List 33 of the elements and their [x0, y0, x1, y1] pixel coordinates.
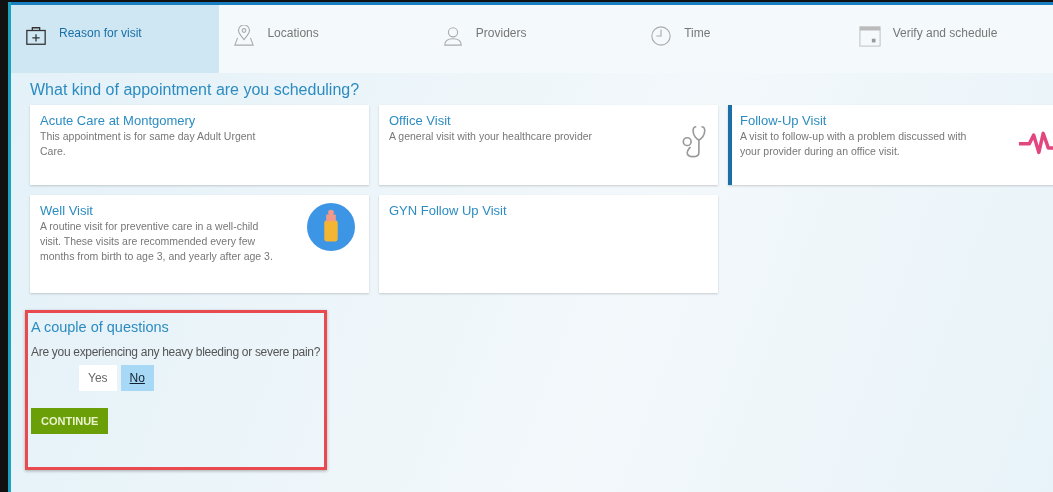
answer-button[interactable]: No [120, 365, 154, 391]
card-title: Office Visit [389, 113, 452, 128]
appointment-card[interactable]: Well Visit A routine visit for preventive care in a well-child visit. These visits are recommended every few months from birth to age 3, and yearly after age 3. [30, 195, 369, 293]
step-tab[interactable]: Verify and schedule [844, 5, 1053, 73]
card-description: A routine visit for preventive care in a well-child visit. These visits are recommended every few months from birth to age 3, and yearly after age 3. [40, 219, 274, 264]
clock-icon [650, 25, 673, 47]
heartbeat-icon [1018, 129, 1053, 155]
step-tab[interactable]: Reason for visit [11, 5, 220, 73]
baby-bottle-icon [307, 203, 355, 251]
person-icon [441, 25, 464, 47]
step-tab[interactable]: Locations [219, 5, 428, 73]
section-heading: What kind of appointment are you scheduling? [30, 81, 361, 99]
continue-button[interactable]: CONTINUE [31, 408, 109, 434]
card-title: Acute Care at Montgomery [40, 113, 197, 128]
map-pin-icon [233, 25, 256, 47]
appointment-card[interactable]: Follow-Up Visit A visit to follow-up with a problem discussed with your provider during an office visit. [728, 105, 1053, 185]
step-tab[interactable]: Time [636, 5, 845, 73]
card-title: GYN Follow Up Visit [389, 203, 507, 218]
card-title: Follow-Up Visit [740, 113, 828, 128]
question-text: Are you experiencing any heavy bleeding or severe pain? [31, 345, 322, 359]
card-description: A visit to follow-up with a problem discussed with your provider during an office visit. [740, 129, 968, 159]
calendar-icon [858, 25, 881, 47]
card-description: This appointment is for same day Adult Urgent Care. [40, 129, 257, 159]
questions-heading: A couple of questions [31, 319, 170, 335]
answer-button[interactable]: Yes [79, 365, 117, 391]
appointment-card[interactable]: Office Visit A general visit with your healthcare provider [379, 105, 718, 185]
appointment-card[interactable]: GYN Follow Up Visit [379, 195, 718, 293]
medical-kit-icon [25, 25, 47, 47]
card-description: A general visit with your healthcare provider [389, 129, 593, 144]
step-tab[interactable]: Providers [427, 5, 637, 73]
stethoscope-icon [682, 123, 708, 159]
card-title: Well Visit [40, 203, 94, 218]
appointment-card[interactable]: Acute Care at Montgomery This appointment is for same day Adult Urgent Care. [30, 105, 369, 185]
